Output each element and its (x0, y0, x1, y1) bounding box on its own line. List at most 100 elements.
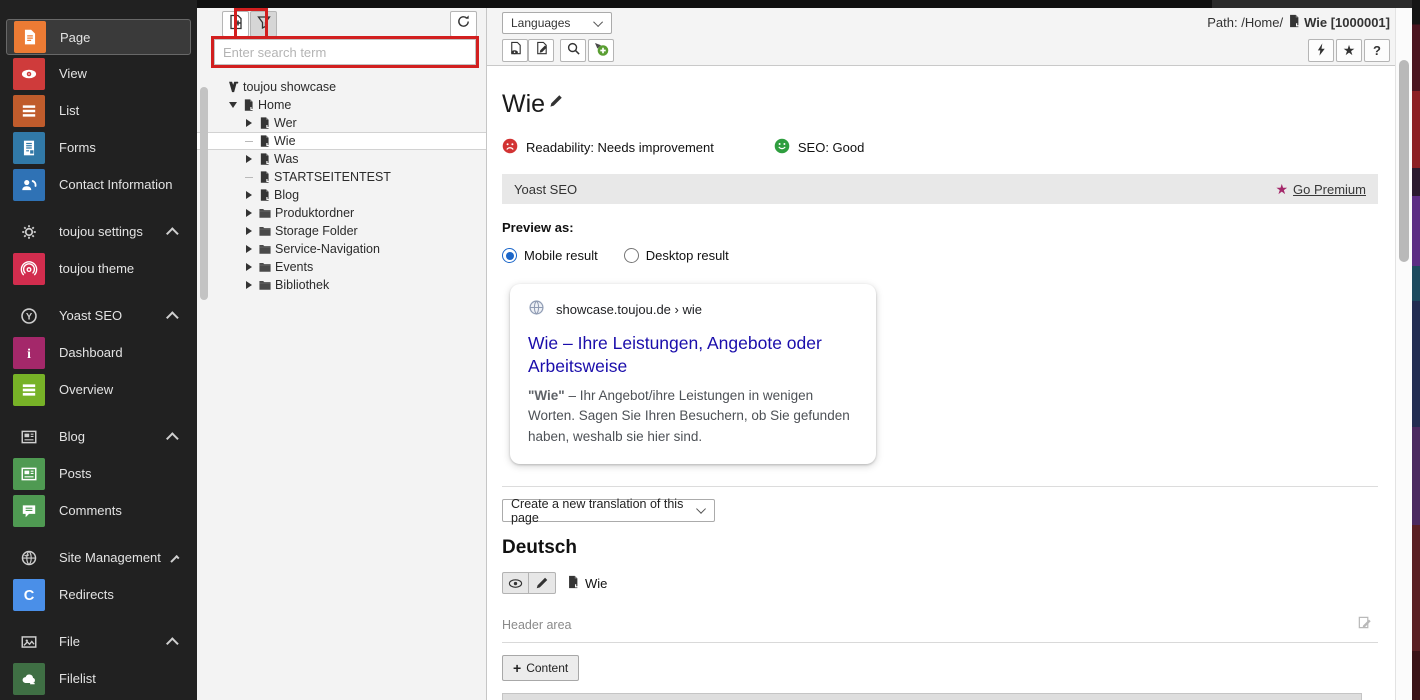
help-button[interactable]: ? (1364, 39, 1390, 62)
sidebar-item-site-management[interactable]: Site Management (0, 539, 197, 576)
bolt-icon (1315, 42, 1328, 59)
tree-node-storage-folder[interactable]: Storage Folder (197, 222, 486, 240)
language-page-label: Wie (585, 575, 608, 591)
tree-toolbar (197, 8, 486, 39)
tree-scrollbar-thumb[interactable] (200, 87, 208, 300)
sidebar-item-posts[interactable]: Posts (0, 455, 197, 492)
chevron-up-icon[interactable] (170, 554, 180, 565)
filter-button[interactable] (250, 11, 277, 37)
radio-desktop-result[interactable]: Desktop result (623, 248, 729, 263)
tree-node-home[interactable]: Home (197, 96, 486, 114)
caret-right-icon[interactable] (244, 245, 254, 253)
tree-node-toujou-showcase[interactable]: toujou showcase (197, 78, 486, 96)
tree-node-events[interactable]: Events (197, 258, 486, 276)
tree-node-label: toujou showcase (243, 80, 337, 94)
sidebar-item-list[interactable]: List (0, 92, 197, 129)
tree-node-wie[interactable]: Wie (197, 132, 486, 150)
refresh-tree-button[interactable] (450, 11, 477, 37)
redirect-icon: C (13, 578, 45, 611)
edit-title-icon[interactable] (549, 86, 564, 119)
tree-node-wer[interactable]: Wer (197, 114, 486, 132)
chevron-up-icon[interactable] (166, 311, 179, 324)
seo-status: SEO: Good (774, 138, 864, 157)
view-language-button[interactable] (502, 572, 529, 595)
folder-icon (258, 225, 272, 237)
tree-node-was[interactable]: Was (197, 150, 486, 168)
sidebar-item-label: Filelist (59, 671, 96, 686)
language-section-heading: Deutsch (502, 537, 577, 559)
folder-icon (258, 243, 272, 255)
page-icon (258, 170, 271, 184)
sidebar-item-contact-information[interactable]: Contact Information (0, 166, 197, 203)
chevron-up-icon[interactable] (166, 637, 179, 650)
contact-icon (13, 168, 45, 201)
tree-node-startseitentest[interactable]: STARTSEITENTEST (197, 168, 486, 186)
refresh-icon (456, 14, 471, 34)
readability-status: Readability: Needs improvement (502, 138, 714, 157)
tree-node-blog[interactable]: Blog (197, 186, 486, 204)
translation-select[interactable]: Create a new translation of this page (502, 496, 715, 525)
caret-right-icon[interactable] (244, 227, 254, 235)
translation-select-label: Create a new translation of this page (511, 496, 684, 525)
module-body: Wie Readability: Needs improvement SEO: … (487, 66, 1395, 700)
edit-page-icon (534, 41, 549, 61)
new-page-button[interactable] (222, 11, 249, 37)
serp-title-link[interactable]: Wie – Ihre Leistungen, Angebote oder Arb… (528, 332, 858, 378)
page-tree: toujou showcase Home Wer Wie Was STARTSEITENT… (197, 78, 486, 294)
bookmark-button[interactable]: ★ (1336, 39, 1362, 62)
sidebar-item-view[interactable]: View (0, 55, 197, 92)
sidebar-item-blog[interactable]: Blog (0, 418, 197, 455)
cloud-icon (13, 662, 45, 695)
sidebar-item-toujou-settings[interactable]: toujou settings (0, 213, 197, 250)
sidebar-item-label: Comments (59, 503, 122, 518)
sidebar-item-page[interactable]: Page (6, 19, 191, 55)
sidebar-item-redirects[interactable]: C Redirects (0, 576, 197, 613)
sidebar-item-filelist[interactable]: Filelist (0, 660, 197, 697)
sidebar-item-toujou-theme[interactable]: toujou theme (0, 250, 197, 287)
caret-right-icon[interactable] (244, 191, 254, 199)
sidebar-item-dashboard[interactable]: i Dashboard (0, 334, 197, 371)
caret-down-icon[interactable] (228, 102, 238, 108)
tree-node-produktordner[interactable]: Produktordner (197, 204, 486, 222)
edit-language-button[interactable] (529, 572, 556, 595)
image-icon (13, 626, 45, 658)
content-scrollbar-thumb[interactable] (1399, 60, 1409, 262)
sidebar-item-yoast-seo[interactable]: Y Yoast SEO (0, 297, 197, 334)
divider (502, 486, 1378, 488)
chevron-up-icon[interactable] (166, 227, 179, 240)
tree-node-label: Home (258, 98, 292, 112)
sidebar-item-overview[interactable]: Overview (0, 371, 197, 408)
tree-node-service-navigation[interactable]: Service-Navigation (197, 240, 486, 258)
chevron-up-icon[interactable] (166, 432, 179, 445)
new-page-icon (228, 14, 244, 35)
edit-page-properties-button[interactable] (528, 39, 554, 62)
shortcut-button[interactable] (1308, 39, 1334, 62)
sidebar-item-forms[interactable]: Forms (0, 129, 197, 166)
radio-mobile-result[interactable]: Mobile result (502, 248, 598, 263)
caret-right-icon[interactable] (244, 119, 254, 127)
new-content-button[interactable] (588, 39, 614, 62)
forms-icon (13, 131, 45, 164)
edit-column-icon[interactable] (1357, 615, 1372, 635)
caret-right-icon[interactable] (244, 281, 254, 289)
caret-right-icon[interactable] (244, 155, 254, 163)
caret-right-icon[interactable] (244, 263, 254, 271)
caret-right-icon[interactable] (244, 209, 254, 217)
search-input[interactable] (214, 39, 476, 65)
content-element-header[interactable]: Deutsch (503, 694, 1361, 700)
tree-node-label: Storage Folder (275, 224, 358, 238)
readability-sad-icon (502, 138, 518, 157)
languages-select[interactable]: Languages (502, 12, 612, 34)
view-webpage-button[interactable] (502, 39, 528, 62)
add-content-button[interactable]: + Content (502, 655, 580, 682)
sidebar-item-file[interactable]: File (0, 623, 197, 660)
sidebar-item-comments[interactable]: Comments (0, 492, 197, 529)
tree-node-bibliothek[interactable]: Bibliothek (197, 276, 486, 294)
content-scrollbar[interactable] (1395, 8, 1412, 700)
sidebar-item-label: Forms (59, 140, 96, 155)
go-premium-link[interactable]: ★ Go Premium (1275, 181, 1366, 198)
search-button[interactable] (560, 39, 586, 62)
premium-star-icon: ★ (1275, 180, 1289, 197)
radio-selected-icon (502, 248, 517, 263)
yoast-panel-header[interactable]: Yoast SEO ★ Go Premium (502, 174, 1378, 204)
